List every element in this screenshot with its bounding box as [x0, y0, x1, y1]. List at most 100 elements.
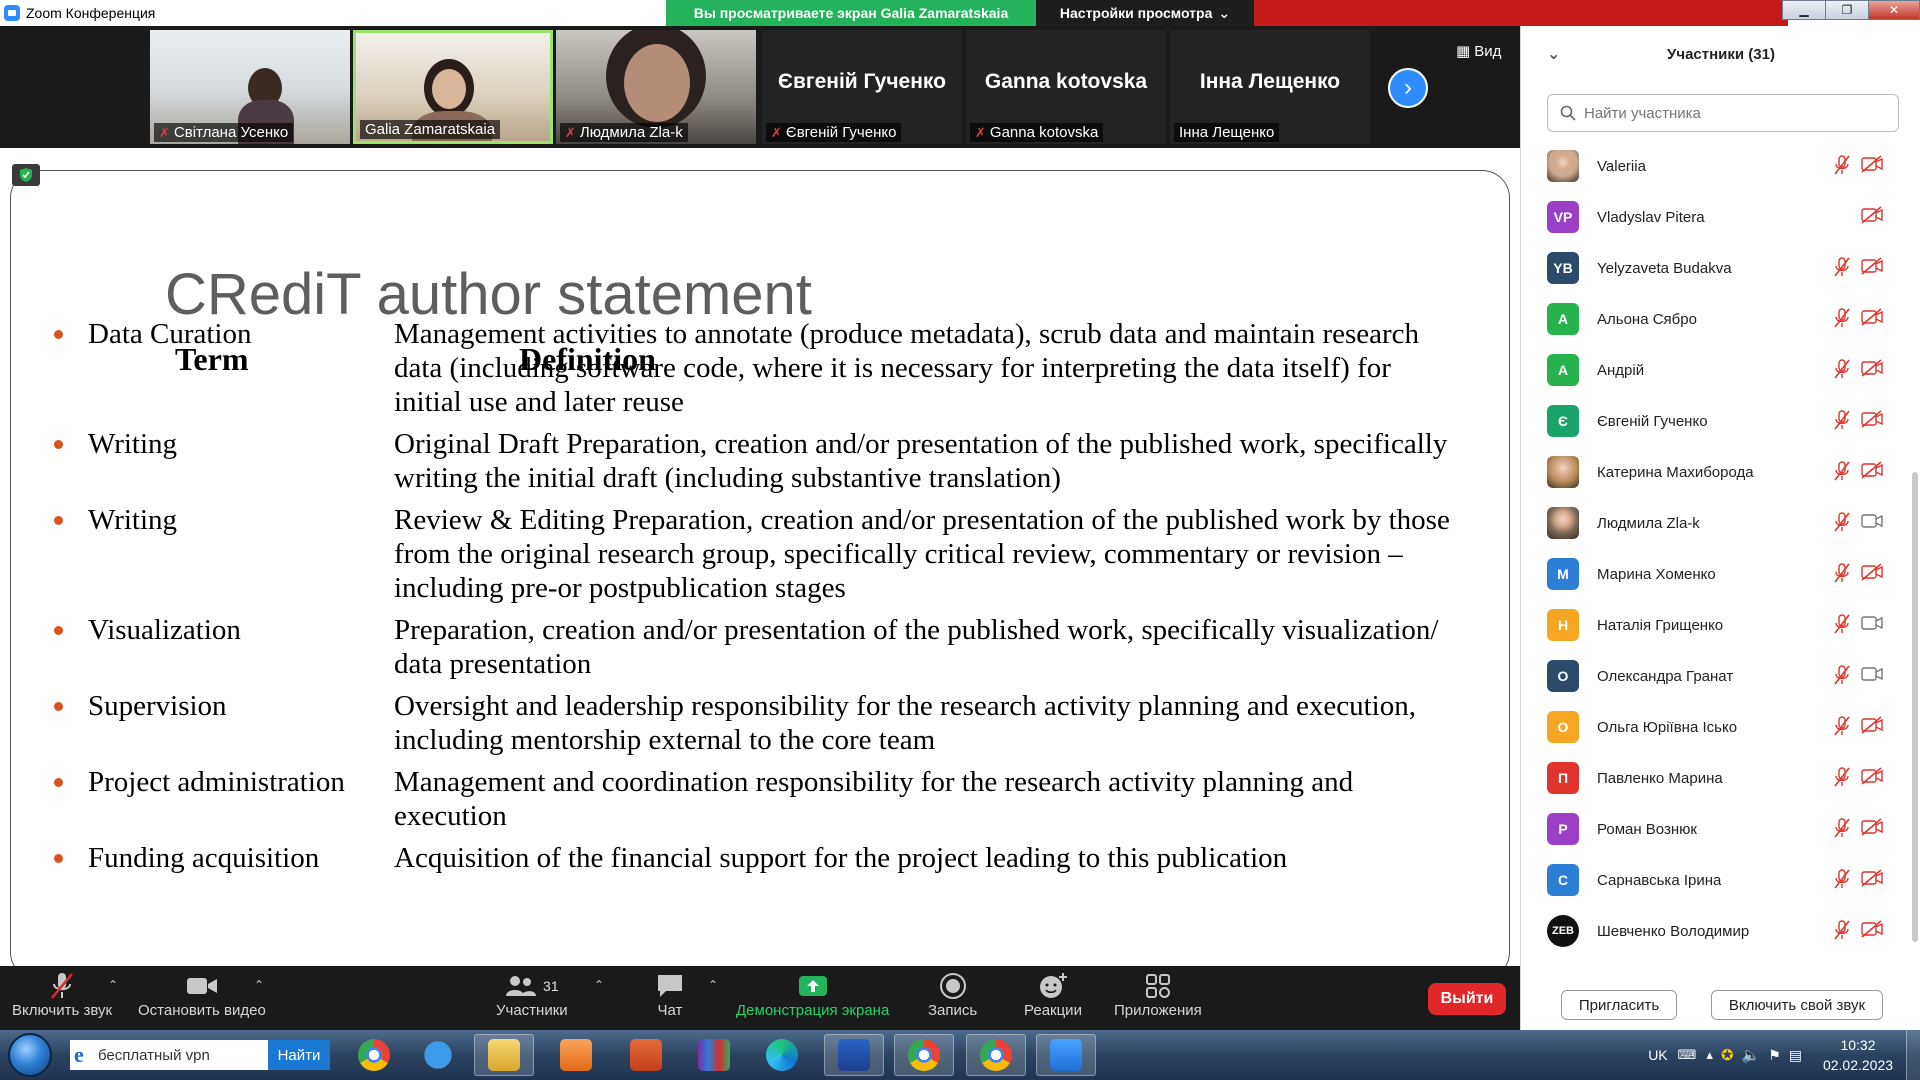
taskbar-app-button[interactable]	[894, 1034, 954, 1076]
taskbar-app-button[interactable]	[1036, 1034, 1096, 1076]
participant-status-icons	[1833, 461, 1883, 486]
bullet-icon	[54, 854, 63, 863]
camera-off-icon	[1861, 461, 1883, 486]
mic-muted-icon: ✗	[159, 124, 170, 140]
taskbar-app-button[interactable]	[474, 1034, 534, 1076]
mic-muted-icon: ✗	[565, 124, 576, 140]
leave-meeting-button[interactable]: Выйти	[1428, 983, 1506, 1015]
mic-muted-icon	[1833, 716, 1851, 741]
bullet-icon	[54, 516, 63, 525]
participant-row[interactable]: ZEB Шевченко Володимир	[1521, 907, 1913, 958]
show-desktop-button[interactable]	[1906, 1030, 1920, 1080]
media-player-icon	[560, 1039, 592, 1071]
participant-row[interactable]: Valeriia	[1521, 142, 1913, 193]
chevron-down-icon[interactable]: ⌄	[1547, 44, 1560, 64]
participant-row[interactable]: YB Yelyzaveta Budakva	[1521, 244, 1913, 295]
unmute-button[interactable]: Включить звук	[12, 970, 112, 1019]
participant-row[interactable]: Н Наталія Грищенко	[1521, 601, 1913, 652]
reactions-button[interactable]: Реакции	[1024, 970, 1082, 1019]
minimize-button[interactable]: ▁	[1782, 0, 1826, 20]
chat-options-caret-icon[interactable]: ⌃	[708, 978, 718, 992]
video-tile[interactable]: Інна Лещенко Інна Лещенко	[1170, 30, 1370, 144]
participant-search-input[interactable]	[1584, 104, 1884, 122]
avatar: VP	[1547, 201, 1579, 233]
keyboard-icon[interactable]: ⌨	[1678, 1047, 1697, 1063]
participant-row[interactable]: Катерина Махибородa	[1521, 448, 1913, 499]
participants-button[interactable]: 31 Участники	[496, 970, 568, 1019]
share-screen-icon	[798, 970, 828, 1002]
action-center-flag-icon[interactable]: ⚑	[1768, 1047, 1781, 1064]
tray-expand-icon[interactable]: ▴	[1706, 1047, 1713, 1063]
participant-search[interactable]	[1547, 94, 1899, 132]
record-button[interactable]: Запись	[928, 970, 977, 1019]
participants-panel: ⌄ Участники (31) Valeriia VP Vladyslav Pit…	[1520, 26, 1920, 1030]
mic-muted-icon	[1833, 563, 1851, 588]
start-button[interactable]	[8, 1033, 52, 1077]
video-tile[interactable]: ✗ Людмила Zla-k	[556, 30, 756, 144]
participant-row[interactable]: А Андрій	[1521, 346, 1913, 397]
mic-muted-icon	[1833, 512, 1851, 537]
participant-row[interactable]: О Ольга Юріївна Ісько	[1521, 703, 1913, 754]
taskbar-app-button[interactable]	[546, 1034, 606, 1076]
encryption-shield-icon[interactable]	[12, 164, 40, 186]
video-tile[interactable]: Ganna kotovska ✗ Ganna kotovska	[966, 30, 1166, 144]
share-screen-button[interactable]: Демонстрация экрана	[736, 970, 889, 1019]
next-page-button[interactable]: ›	[1388, 68, 1428, 108]
volume-icon[interactable]: 🔈	[1742, 1046, 1761, 1064]
participant-status-icons	[1833, 818, 1883, 843]
participant-row[interactable]: Є Євгеній Гученко	[1521, 397, 1913, 448]
taskbar-app-button[interactable]	[966, 1034, 1026, 1076]
taskbar-app-button[interactable]	[408, 1034, 468, 1076]
participant-row[interactable]: С Сарнавська Ірина	[1521, 856, 1913, 907]
participant-list-scrollbar[interactable]	[1911, 142, 1919, 990]
video-tile[interactable]: ✗ Світлана Усенко	[150, 30, 350, 144]
taskbar-search-input[interactable]	[98, 1041, 258, 1069]
participant-row[interactable]: Р Роман Вознюк	[1521, 805, 1913, 856]
video-tile[interactable]: Євгеній Гученко ✗ Євгеній Гученко	[762, 30, 962, 144]
participants-label: Участники	[496, 1002, 568, 1019]
taskbar-app-button[interactable]	[344, 1034, 404, 1076]
mic-muted-icon	[1833, 308, 1851, 333]
participants-options-caret-icon[interactable]: ⌃	[594, 978, 604, 992]
unmute-myself-button[interactable]: Включить свой звук	[1711, 990, 1883, 1020]
security-tray-icon[interactable]: ✪	[1721, 1046, 1734, 1064]
find-button[interactable]: Найти	[268, 1040, 330, 1070]
video-tile-active-speaker[interactable]: Galia Zamaratskaia	[353, 30, 553, 144]
network-icon[interactable]: ▤	[1789, 1047, 1802, 1064]
video-options-caret-icon[interactable]: ⌃	[254, 978, 264, 992]
participant-row[interactable]: О Олександра Гранат	[1521, 652, 1913, 703]
view-button[interactable]: ▦ Вид	[1456, 42, 1501, 61]
apps-button[interactable]: Приложения	[1114, 970, 1202, 1019]
stop-video-button[interactable]: Остановить видео	[138, 970, 266, 1019]
view-settings-button[interactable]: Настройки просмотра ⌄	[1036, 0, 1254, 26]
taskbar-app-button[interactable]	[752, 1034, 812, 1076]
taskbar-app-button[interactable]	[616, 1034, 676, 1076]
participant-row[interactable]: VP Vladyslav Pitera	[1521, 193, 1913, 244]
language-indicator[interactable]: UK	[1648, 1047, 1667, 1063]
audio-options-caret-icon[interactable]: ⌃	[108, 978, 118, 992]
row-definition: Preparation, creation and/or presentatio…	[394, 614, 1439, 680]
mic-muted-icon	[1833, 410, 1851, 435]
participant-status-icons	[1833, 410, 1883, 435]
invite-button[interactable]: Пригласить	[1561, 990, 1677, 1020]
zoom-app-icon	[4, 5, 20, 21]
camera-off-icon	[1861, 767, 1883, 792]
taskbar-search[interactable]: e Найти	[70, 1040, 330, 1070]
avatar: М	[1547, 558, 1579, 590]
chat-button[interactable]: Чат	[656, 970, 684, 1019]
participant-status-icons	[1833, 665, 1883, 690]
search-icon	[1560, 105, 1576, 121]
participant-row[interactable]: М Марина Хоменко	[1521, 550, 1913, 601]
mic-muted-icon: ✗	[771, 124, 782, 140]
close-window-button[interactable]: ✕	[1868, 0, 1920, 20]
participant-row[interactable]: П Павленко Марина	[1521, 754, 1913, 805]
taskbar-app-button[interactable]	[824, 1034, 884, 1076]
taskbar-app-button[interactable]	[684, 1034, 744, 1076]
participants-panel-footer: Пригласить Включить свой звук	[1521, 990, 1920, 1030]
participant-row[interactable]: Людмила Zla-k	[1521, 499, 1913, 550]
maximize-button[interactable]: ❐	[1825, 0, 1869, 20]
scrollbar-thumb[interactable]	[1912, 472, 1918, 942]
taskbar-clock[interactable]: 10:32 02.02.2023	[1810, 1035, 1906, 1075]
participant-row[interactable]: А Альона Сябро	[1521, 295, 1913, 346]
bullet-icon	[54, 778, 63, 787]
